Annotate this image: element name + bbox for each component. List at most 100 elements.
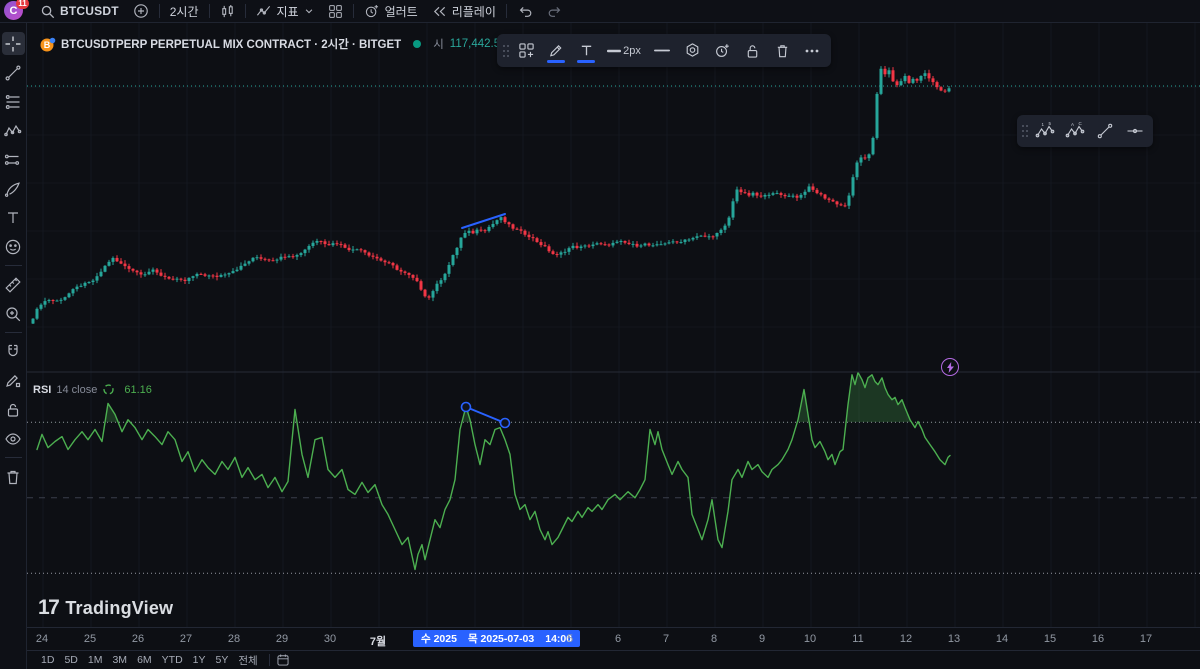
compare-add-symbol-button[interactable] — [126, 0, 156, 22]
sidebar-divider — [5, 332, 22, 333]
tradingview-logo: 17 — [38, 596, 58, 620]
date-range-6m[interactable]: 6M — [132, 652, 157, 668]
chart-legend[interactable]: B BTCUSDTPERP PERPETUAL MIX CONTRACT · 2… — [40, 36, 523, 52]
time-axis-label: 24 — [36, 633, 48, 645]
magnet-tool[interactable] — [2, 340, 25, 363]
chart-style-button[interactable] — [213, 0, 242, 22]
add-alert-on-drawing-button[interactable] — [707, 36, 737, 65]
indicators-button[interactable]: 지표 — [249, 0, 321, 22]
text-icon — [4, 209, 22, 227]
favorites-drag-handle[interactable] — [1020, 117, 1030, 146]
emoji-tool[interactable] — [2, 235, 25, 258]
symbol-search-button[interactable]: BTCUSDT — [33, 0, 126, 22]
date-range-1d[interactable]: 1D — [36, 652, 59, 668]
layout-grid-button[interactable] — [321, 0, 350, 22]
chart-canvas[interactable] — [27, 23, 1200, 627]
forecast-icon — [4, 151, 22, 169]
user-menu-button[interactable]: C 11 — [3, 0, 25, 22]
drawing-template-button[interactable] — [511, 36, 541, 65]
flash-event-badge[interactable] — [941, 358, 959, 376]
date-range-5y[interactable]: 5Y — [211, 652, 234, 668]
text-tool[interactable] — [2, 206, 25, 229]
time-axis-label: 11 — [852, 633, 863, 645]
zoom-in-tool[interactable] — [2, 302, 25, 325]
time-axis[interactable]: 수 2025 목 2025-07-03 14:00 24252627282930… — [27, 627, 1200, 650]
remove-objects-icon — [4, 468, 22, 486]
delete-drawing-button[interactable] — [767, 36, 797, 65]
line-color-button[interactable] — [541, 36, 571, 65]
indicators-label: 지표 — [277, 3, 299, 20]
date-range-5d[interactable]: 5D — [59, 652, 82, 668]
time-axis-label: 6 — [615, 633, 621, 645]
time-axis-label: 10 — [804, 633, 816, 645]
lock-all-drawings-tool[interactable] — [2, 398, 25, 421]
brush-icon — [4, 180, 22, 198]
elliott-wave-tool[interactable]: 15 — [1030, 117, 1060, 145]
settings-button[interactable] — [677, 36, 707, 65]
undo-icon — [517, 3, 533, 19]
replay-button[interactable]: 리플레이 — [425, 0, 503, 22]
interval-button[interactable]: 2시간 — [163, 0, 206, 22]
date-range-전체[interactable]: 전체 — [233, 651, 262, 669]
rsi-indicator-legend[interactable]: RSI 14 close 61.16 — [33, 383, 152, 396]
lock-all-drawings-icon — [4, 401, 22, 419]
price-trend-line-drawing[interactable] — [462, 214, 505, 228]
go-to-date-button[interactable] — [276, 653, 290, 667]
svg-text:C: C — [1079, 122, 1083, 126]
redo-button[interactable] — [540, 0, 570, 22]
time-axis-label: 14 — [996, 633, 1008, 645]
alert-button[interactable]: 얼러트 — [357, 0, 425, 22]
toolbar-divider — [209, 4, 210, 18]
selected-color-bar — [547, 60, 565, 63]
date-range-ytd[interactable]: YTD — [157, 652, 188, 668]
emoji-icon — [4, 238, 22, 256]
time-axis-label: 7 — [663, 633, 669, 645]
forecast-tool[interactable] — [2, 148, 25, 171]
more-options-button[interactable] — [797, 36, 827, 65]
zoom-in-icon — [4, 305, 22, 323]
date-range-1y[interactable]: 1Y — [188, 652, 211, 668]
trend-line-tool[interactable] — [1090, 117, 1120, 145]
ruler-tool[interactable] — [2, 273, 25, 296]
line-width-button[interactable]: 2px — [601, 36, 647, 65]
remove-objects-tool[interactable] — [2, 465, 25, 488]
top-toolbar: C 11 BTCUSDT 2시간 지표 — [0, 0, 1200, 23]
rsi-value: 61.16 — [124, 384, 152, 396]
hide-all-drawings-icon — [4, 430, 22, 448]
crosshair-tool[interactable] — [2, 32, 25, 55]
horizontal-line-tool[interactable] — [1120, 117, 1150, 145]
drawing-anchor-point[interactable] — [501, 419, 510, 428]
drawing-anchor-point[interactable] — [462, 403, 471, 412]
brush-tool[interactable] — [2, 177, 25, 200]
undo-button[interactable] — [510, 0, 540, 22]
lock-drawing-button[interactable] — [737, 36, 767, 65]
search-icon — [40, 4, 55, 19]
magnet-icon — [4, 343, 22, 361]
rsi-name: RSI — [33, 384, 51, 396]
interval-label: 2시간 — [170, 3, 199, 20]
bottom-bar-divider — [269, 654, 270, 666]
toolbar-divider — [353, 4, 354, 18]
ruler-icon — [4, 276, 22, 294]
stay-in-drawing-mode-icon — [4, 372, 22, 390]
fib-retracement-tool[interactable] — [2, 90, 25, 113]
replay-rewind-icon — [432, 4, 447, 19]
toolbar-divider — [159, 4, 160, 18]
date-range-3m[interactable]: 3M — [107, 652, 132, 668]
legend-title[interactable]: BTCUSDTPERP PERPETUAL MIX CONTRACT · 2시간… — [61, 36, 401, 52]
date-range-1m[interactable]: 1M — [83, 652, 108, 668]
toolbar-drag-handle[interactable] — [501, 36, 511, 65]
stay-in-drawing-mode-tool[interactable] — [2, 369, 25, 392]
xabcd-pattern-tool[interactable] — [2, 119, 25, 142]
text-color-button[interactable] — [571, 36, 601, 65]
svg-text:A: A — [1071, 122, 1074, 127]
indicators-icon — [256, 3, 272, 19]
time-axis-label: 16 — [1092, 633, 1104, 645]
line-style-button[interactable] — [647, 36, 677, 65]
abcd-pattern-tool[interactable]: AC — [1060, 117, 1090, 145]
hide-all-drawings-tool[interactable] — [2, 427, 25, 450]
time-axis-label: 17 — [1140, 633, 1152, 645]
trend-line-tool[interactable] — [2, 61, 25, 84]
market-status-dot[interactable] — [413, 40, 421, 48]
chevron-down-icon[interactable] — [304, 6, 314, 16]
